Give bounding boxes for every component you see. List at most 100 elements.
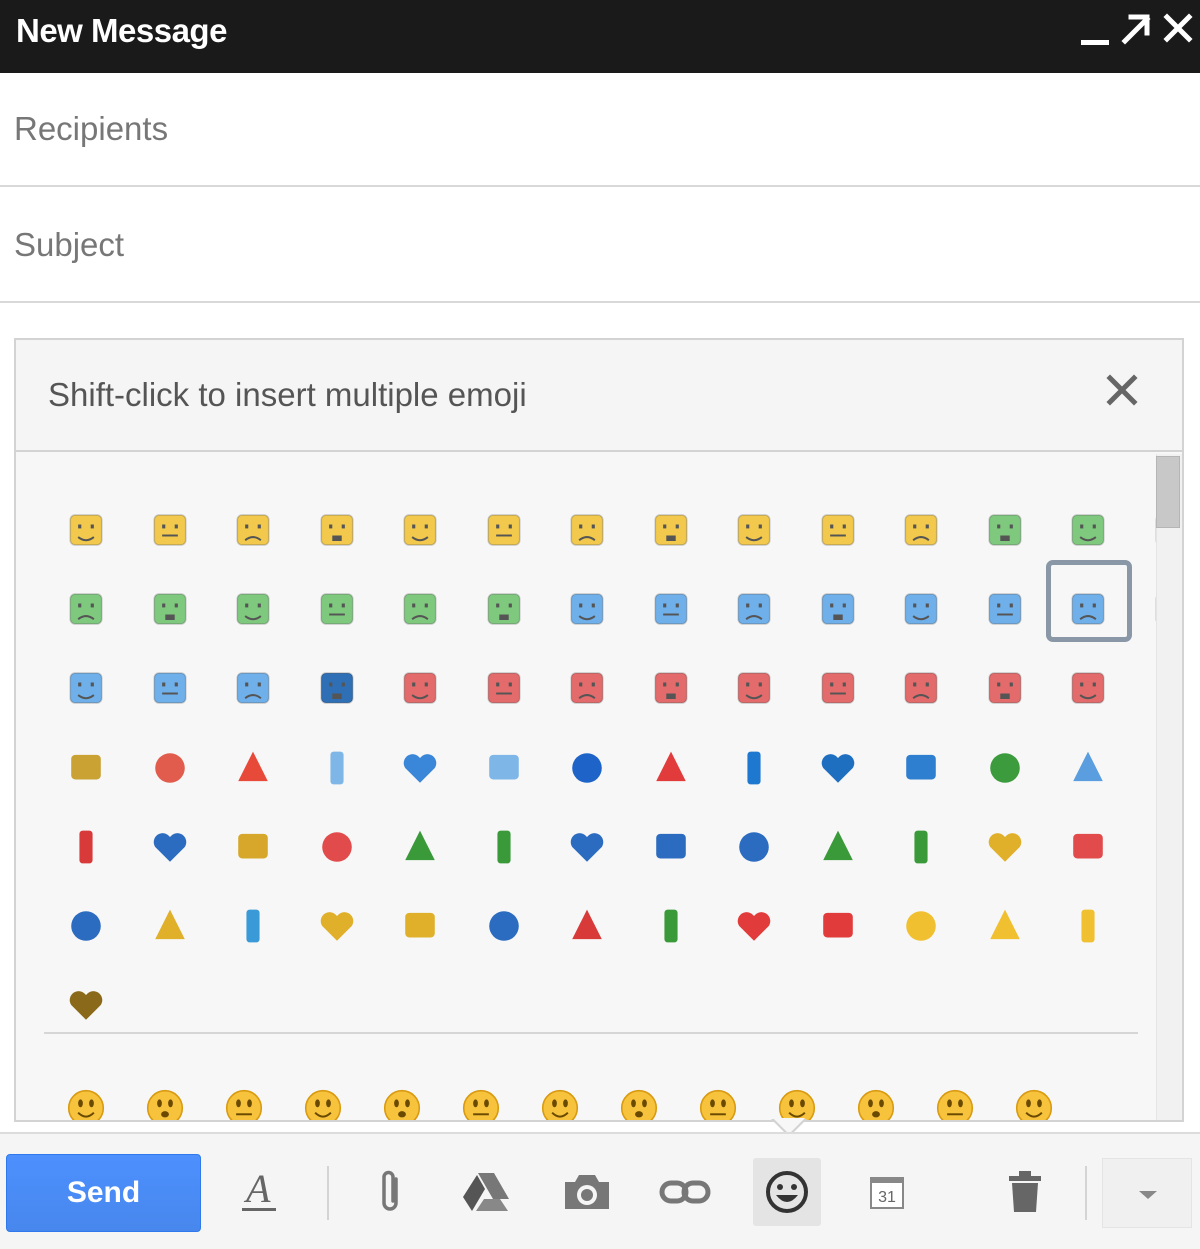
close-icon[interactable] — [1158, 6, 1198, 50]
wink-face-icon[interactable] — [476, 502, 532, 558]
blue-tear-face-icon[interactable] — [810, 581, 866, 637]
round-blush-icon[interactable] — [532, 1080, 588, 1120]
grin-face-icon[interactable] — [309, 502, 365, 558]
round-cool-icon[interactable] — [927, 1080, 983, 1120]
baseball-icon[interactable] — [309, 819, 365, 875]
laptop-icon[interactable] — [142, 819, 198, 875]
bell-icon[interactable] — [977, 819, 1033, 875]
poop-icon[interactable] — [58, 977, 114, 1033]
minimize-icon[interactable] — [1075, 6, 1115, 50]
music-note-icon[interactable] — [643, 819, 699, 875]
pig-face-icon[interactable] — [1060, 660, 1116, 716]
house-icon[interactable] — [810, 740, 866, 796]
red-hearts-face-icon[interactable] — [559, 660, 615, 716]
briefcase-icon[interactable] — [225, 819, 281, 875]
green-sweat-face-icon[interactable] — [309, 581, 365, 637]
blue-cry-face-icon[interactable] — [225, 660, 281, 716]
fork-knife-icon[interactable] — [58, 898, 114, 954]
tulip-icon[interactable] — [643, 740, 699, 796]
red-kiss-face-icon[interactable] — [643, 660, 699, 716]
heart-icon[interactable] — [726, 898, 782, 954]
green-ears-face-icon[interactable] — [58, 581, 114, 637]
scrollbar-track[interactable] — [1156, 454, 1182, 1120]
boombox-icon[interactable] — [893, 819, 949, 875]
neutral-face-icon[interactable] — [726, 502, 782, 558]
question-icon[interactable] — [643, 898, 699, 954]
light-bulb-icon[interactable] — [893, 898, 949, 954]
green-unsure-face-icon[interactable] — [392, 581, 448, 637]
drive-icon[interactable] — [452, 1158, 520, 1226]
happy-face-icon[interactable] — [58, 502, 114, 558]
coffee-cup-icon[interactable] — [142, 898, 198, 954]
blue-scream-face-icon[interactable] — [893, 581, 949, 637]
formatting-icon[interactable]: A — [226, 1158, 294, 1226]
exclamation-icon[interactable] — [392, 898, 448, 954]
interrobang-icon[interactable] — [476, 898, 532, 954]
cake-icon[interactable] — [1060, 819, 1116, 875]
ears-face-icon[interactable] — [810, 502, 866, 558]
mouse-click-icon[interactable] — [1060, 740, 1116, 796]
round-teeth-icon[interactable] — [769, 1080, 825, 1120]
music-notes-icon[interactable] — [726, 819, 782, 875]
green-sad-face-icon[interactable] — [142, 581, 198, 637]
trash-icon[interactable] — [991, 1158, 1059, 1226]
blue-sad-face-icon[interactable] — [643, 581, 699, 637]
camera-icon[interactable] — [553, 1158, 621, 1226]
beer-mug-icon[interactable] — [309, 898, 365, 954]
gift-icon[interactable] — [977, 740, 1033, 796]
smile-face-icon[interactable] — [142, 502, 198, 558]
clover-icon[interactable] — [726, 740, 782, 796]
blush-face-icon[interactable] — [392, 502, 448, 558]
subject-input[interactable] — [14, 219, 1174, 271]
round-frown-icon[interactable] — [453, 1080, 509, 1120]
blue-sleepy-face-icon[interactable] — [142, 660, 198, 716]
more-options-button[interactable] — [1102, 1158, 1192, 1228]
round-worry-icon[interactable] — [690, 1080, 746, 1120]
round-laugh-icon[interactable] — [611, 1080, 667, 1120]
microphone-icon[interactable] — [476, 819, 532, 875]
camera-icon[interactable] — [893, 740, 949, 796]
blue-ears-face-icon[interactable] — [58, 660, 114, 716]
phone-icon[interactable] — [58, 819, 114, 875]
sparkle-icon[interactable] — [977, 898, 1033, 954]
cloud-icon[interactable] — [309, 740, 365, 796]
round-kiss-icon[interactable] — [216, 1080, 272, 1120]
calendar-icon[interactable]: 31 — [853, 1158, 921, 1226]
blue-frown-face-icon[interactable] — [1060, 581, 1116, 637]
green-smile-face-icon[interactable] — [977, 502, 1033, 558]
red-mad-face-icon[interactable] — [726, 660, 782, 716]
red-pout-face-icon[interactable] — [810, 660, 866, 716]
star-icon[interactable] — [1060, 898, 1116, 954]
round-smile-icon[interactable] — [58, 1080, 114, 1120]
red-laugh-face-icon[interactable] — [476, 660, 532, 716]
send-button[interactable]: Send — [6, 1154, 201, 1232]
sunglasses-face-icon[interactable] — [559, 581, 615, 637]
recipients-input[interactable] — [14, 103, 1174, 155]
blue-dead-face-icon[interactable] — [726, 581, 782, 637]
moon-icon[interactable] — [559, 740, 615, 796]
round-sly-icon[interactable] — [848, 1080, 904, 1120]
video-camera-icon[interactable] — [559, 819, 615, 875]
blue-robot-face-icon[interactable] — [309, 660, 365, 716]
round-oh-icon[interactable] — [374, 1080, 430, 1120]
link-icon[interactable] — [651, 1158, 719, 1226]
close-icon[interactable] — [1104, 372, 1144, 416]
green-dizzy-face-icon[interactable] — [476, 581, 532, 637]
broken-heart-icon[interactable] — [810, 898, 866, 954]
paperclip-icon[interactable] — [357, 1158, 425, 1226]
wide-smile-face-icon[interactable] — [559, 502, 615, 558]
smiley-icon[interactable] — [753, 1158, 821, 1226]
snowman-icon[interactable] — [476, 740, 532, 796]
round-tongue-icon[interactable] — [137, 1080, 193, 1120]
green-sick-face-icon[interactable] — [225, 581, 281, 637]
joyful-face-icon[interactable] — [893, 502, 949, 558]
car-icon[interactable] — [392, 819, 448, 875]
red-tongue-face-icon[interactable] — [392, 660, 448, 716]
monkey-icon[interactable] — [58, 740, 114, 796]
devil-face-icon[interactable] — [977, 660, 1033, 716]
cocktail-icon[interactable] — [225, 898, 281, 954]
round-sweat-icon[interactable] — [1006, 1080, 1062, 1120]
double-exclamation-icon[interactable] — [559, 898, 615, 954]
umbrella-icon[interactable] — [392, 740, 448, 796]
compose-title-bar[interactable]: New Message — [0, 0, 1200, 73]
